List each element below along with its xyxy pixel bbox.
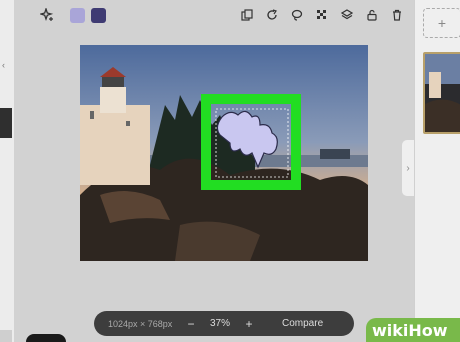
zoom-in-button[interactable]: + (240, 317, 258, 331)
color-swatch-dark[interactable] (91, 7, 106, 23)
canvas-image[interactable] (80, 45, 368, 261)
status-bar: 1024px × 768px − 37% + Compare (94, 311, 354, 336)
layers-icon[interactable] (336, 4, 358, 26)
compare-button[interactable]: Compare (282, 318, 323, 329)
transparency-icon[interactable] (311, 4, 333, 26)
toolbar-actions (236, 4, 408, 26)
collapse-panel-tab[interactable]: › (402, 140, 414, 196)
left-panel-selected-item[interactable] (0, 108, 12, 138)
footer-fragment (26, 334, 66, 342)
zoom-out-button[interactable]: − (182, 317, 200, 331)
duplicate-icon[interactable] (236, 4, 258, 26)
add-layer-button[interactable]: + (423, 8, 460, 38)
left-panel: ‹ (0, 0, 15, 342)
sea-stack (320, 149, 350, 159)
delete-icon[interactable] (386, 4, 408, 26)
layer-thumbnail[interactable] (423, 52, 460, 134)
color-swatch-light[interactable] (70, 7, 85, 23)
lasso-icon[interactable] (286, 4, 308, 26)
chevron-left-icon[interactable]: ‹ (2, 60, 5, 70)
redo-icon[interactable] (261, 4, 283, 26)
right-panel: + (414, 0, 460, 342)
left-panel-footer (0, 330, 12, 342)
watermark: wikiHow (372, 321, 448, 340)
unlock-icon[interactable] (361, 4, 383, 26)
zoom-level: 37% (209, 318, 230, 329)
sparkle-add-icon[interactable] (36, 4, 58, 26)
image-dimensions: 1024px × 768px (108, 318, 173, 329)
